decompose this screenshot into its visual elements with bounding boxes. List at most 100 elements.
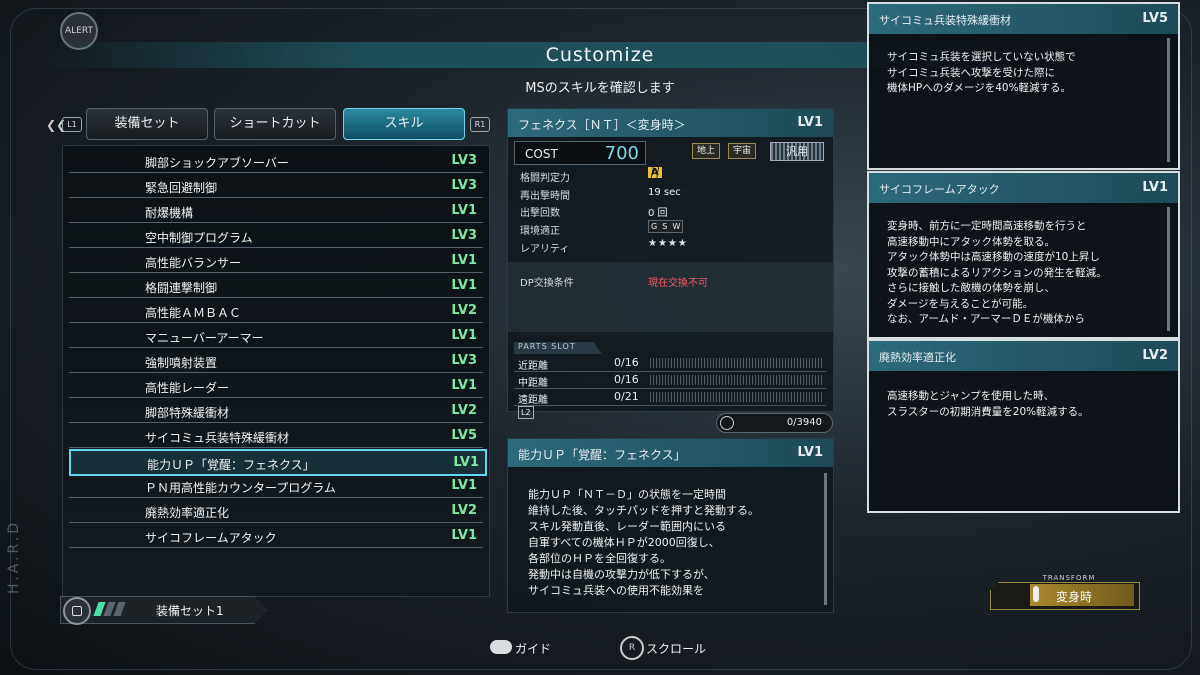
- skill-row[interactable]: サイコミュ兵装特殊緩衝材 LV5: [69, 424, 483, 448]
- skill-list: 脚部ショックアブソーバー LV3 緊急回避制御 LV3 耐爆機構 LV1 空中制御プログラム…: [62, 145, 490, 597]
- skill-level: LV3: [451, 178, 477, 193]
- skill-detail-header: 能力ＵＰ「覚醒：フェネクス」 LV1: [508, 439, 833, 467]
- skill-row[interactable]: 脚部特殊緩衝材 LV2: [69, 399, 483, 423]
- cost-value: 700: [604, 143, 639, 164]
- skill-name: サイコミュ兵装特殊緩衝材: [145, 431, 290, 445]
- skill-detail-level: LV1: [797, 445, 823, 460]
- skill-name: 空中制御プログラム: [145, 231, 253, 245]
- tab-bar: ❮❮ L1 装備セット ショートカット スキル R1: [46, 108, 496, 140]
- right-panel-text: 高速移動とジャンプを使用した時、 スラスターの初期消費量を20%軽減する。: [887, 390, 1089, 418]
- parts-row-value: 0/21: [614, 390, 639, 403]
- ms-type-badge: 汎用: [770, 142, 824, 161]
- scroll-label[interactable]: スクロール: [646, 640, 706, 657]
- skill-level: LV3: [451, 353, 477, 368]
- skill-detail-panel: 能力ＵＰ「覚醒：フェネクス」 LV1 能力ＵＰ「ＮＴ－Ｄ」の状態を一定時間 維持…: [507, 438, 834, 613]
- skill-name: 高性能バランサー: [145, 256, 242, 270]
- parts-row-value: 0/16: [614, 356, 639, 369]
- parts-row-bar: [650, 358, 822, 368]
- skill-name: 格闘連撃制御: [145, 281, 218, 295]
- skill-row[interactable]: 高性能バランサー LV1: [69, 249, 483, 273]
- skill-row[interactable]: 脚部ショックアブソーバー LV3: [69, 149, 483, 173]
- touchpad-button-icon: [63, 597, 91, 625]
- skill-row[interactable]: マニューバーアーマー LV1: [69, 324, 483, 348]
- scrollbar[interactable]: [1167, 207, 1170, 331]
- right-panel-text: サイコミュ兵装を選択していない状態で サイコミュ兵装へ攻撃を受けた際に 機体HP…: [887, 51, 1076, 94]
- skill-name: 高性能レーダー: [145, 381, 230, 395]
- skill-detail-name: 能力ＵＰ「覚醒：フェネクス」: [518, 448, 686, 462]
- right-panel-name: サイコミュ兵装特殊緩衝材: [879, 14, 1011, 27]
- wrench-icon: [720, 416, 734, 430]
- melee-rank-icon: A: [648, 167, 662, 178]
- dp-section: [508, 262, 833, 332]
- right-panel-exhaust: 廃熱効率適正化 LV2 高速移動とジャンプを使用した時、 スラスターの初期消費量…: [867, 339, 1180, 513]
- skill-row[interactable]: 廃熱効率適正化 LV2: [69, 499, 483, 523]
- skill-row[interactable]: サイコフレームアタック LV1: [69, 524, 483, 548]
- environment-icons: G S W: [648, 220, 684, 233]
- l2-key[interactable]: L2: [518, 406, 534, 419]
- skill-level: LV1: [451, 278, 477, 293]
- skill-level: LV1: [451, 328, 477, 343]
- parts-row: 近距離 0/16: [514, 356, 826, 372]
- skill-name: 高性能ＡＭＢＡＣ: [145, 306, 242, 320]
- scrollbar[interactable]: [1167, 38, 1170, 162]
- skill-row[interactable]: 高性能ＡＭＢＡＣ LV2: [69, 299, 483, 323]
- ms-info-panel: フェネクス［ＮＴ］＜変身時＞ LV1 COST 700 地上 宇宙 汎用 格闘判…: [507, 108, 834, 419]
- skill-level: LV1: [451, 253, 477, 268]
- parts-slot-header: PARTS SLOT: [514, 342, 602, 354]
- skill-level: LV1: [451, 478, 477, 493]
- skill-row[interactable]: 高性能レーダー LV1: [69, 374, 483, 398]
- skill-level: LV1: [451, 203, 477, 218]
- right-panel-header: サイコミュ兵装特殊緩衝材 LV5: [869, 4, 1178, 34]
- transform-label: 変身時: [1056, 590, 1093, 604]
- skill-level: LV5: [451, 428, 477, 443]
- parts-row-value: 0/16: [614, 373, 639, 386]
- skill-name: マニューバーアーマー: [145, 331, 264, 345]
- terrain-space-badge: 宇宙: [728, 143, 757, 159]
- cost-box: COST 700: [514, 141, 646, 165]
- attr-label: 格闘判定力: [520, 173, 570, 184]
- skill-name: 強制噴射装置: [145, 356, 218, 370]
- skill-row[interactable]: 格闘連撃制御 LV1: [69, 274, 483, 298]
- terrain-ground-badge: 地上: [692, 143, 721, 159]
- right-panel-text: 変身時、前方に一定時間高速移動を行うと 高速移動中にアタック体勢を取る。 アタッ…: [887, 220, 1107, 325]
- capacity-value: 0/3940: [786, 417, 822, 428]
- attr-label: 環境適正: [520, 226, 560, 237]
- skill-row[interactable]: 能力ＵＰ「覚醒：フェネクス」 LV1: [69, 449, 487, 476]
- skill-row[interactable]: ＰＮ用高性能カウンタープログラム LV1: [69, 474, 483, 498]
- right-panel-psycoframe: サイコフレームアタック LV1 変身時、前方に一定時間高速移動を行うと 高速移動…: [867, 171, 1180, 339]
- scrollbar[interactable]: [824, 473, 827, 605]
- right-stick-icon: R: [620, 636, 644, 660]
- rarity-stars: ★★★★: [648, 238, 688, 249]
- right-panel-header: 廃熱効率適正化 LV2: [869, 341, 1178, 371]
- skill-row[interactable]: 強制噴射装置 LV3: [69, 349, 483, 373]
- attr-value: 19 sec: [648, 187, 681, 198]
- r1-key: R1: [470, 117, 490, 132]
- cost-label: COST: [525, 147, 558, 161]
- l1-key: L1: [62, 117, 82, 132]
- tab-shortcut[interactable]: ショートカット: [214, 108, 336, 140]
- right-panel-name: 廃熱効率適正化: [879, 351, 956, 364]
- parts-row-label: 遠距離: [518, 395, 548, 406]
- guide-label[interactable]: ガイド: [515, 640, 551, 657]
- tab-equip-set[interactable]: 装備セット: [86, 108, 208, 140]
- right-panel-name: サイコフレームアタック: [879, 183, 1000, 196]
- attr-label: レアリティ: [520, 244, 570, 255]
- watermark: H.A.R.D: [6, 520, 22, 594]
- right-panel-psycommu: サイコミュ兵装特殊緩衝材 LV5 サイコミュ兵装を選択していない状態で サイコミ…: [867, 2, 1180, 170]
- toggle-knob-icon: [1033, 586, 1039, 602]
- tab-skill[interactable]: スキル: [343, 108, 465, 140]
- skill-name: 脚部ショックアブソーバー: [145, 156, 289, 170]
- skill-name: サイコフレームアタック: [145, 531, 277, 545]
- transform-header: TRANSFORM: [1042, 574, 1096, 582]
- ms-level: LV1: [797, 115, 823, 130]
- skill-level: LV1: [451, 528, 477, 543]
- skill-row[interactable]: 緊急回避制御 LV3: [69, 174, 483, 198]
- skill-name: 緊急回避制御: [145, 181, 218, 195]
- transform-toggle[interactable]: TRANSFORM 変身時: [990, 574, 1140, 610]
- skill-row[interactable]: 耐爆機構 LV1: [69, 199, 483, 223]
- skill-row[interactable]: 空中制御プログラム LV3: [69, 224, 483, 248]
- skill-name: 能力ＵＰ「覚醒：フェネクス」: [147, 458, 315, 472]
- skill-level: LV3: [451, 153, 477, 168]
- equip-set-label: 装備セット1: [156, 604, 224, 618]
- attr-label: 出撃回数: [520, 208, 560, 219]
